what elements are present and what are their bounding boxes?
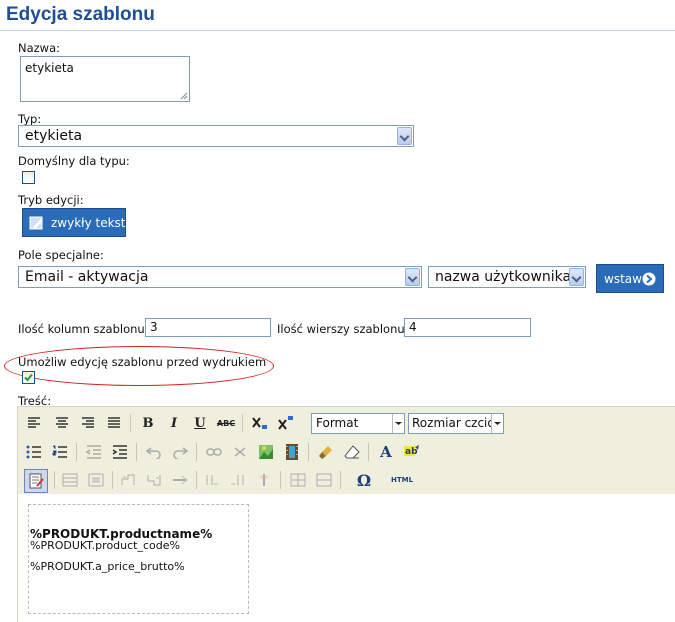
format-select[interactable]: Format (311, 413, 405, 434)
tryb-edycji-label: zwykły tekst (51, 216, 126, 230)
ilosc-kolumn-label: Ilość kolumn szablonu: (18, 322, 149, 336)
highlight-color-icon[interactable]: ab (402, 442, 422, 462)
nazwa-value: etykieta (25, 61, 74, 75)
merge-cells-icon[interactable] (314, 470, 334, 490)
italic-icon[interactable]: I (164, 413, 184, 433)
toolbar-separator (130, 414, 131, 432)
pole-specjalne-value: Email - aktywacja (25, 269, 149, 285)
pole-field-value: nazwa użytkownika (435, 269, 572, 285)
editor-toolbar: B I U ABC Format Rozmiar czcion (17, 406, 675, 495)
unlink-icon[interactable] (230, 442, 250, 462)
chevron-down-icon[interactable] (405, 268, 420, 286)
editor-line-product-code[interactable]: %PRODUKT.product_code% (30, 539, 180, 552)
toolbar-separator (54, 471, 55, 489)
nazwa-textarea[interactable]: etykieta (20, 56, 190, 102)
ilosc-wierszy-input[interactable]: 4 (404, 318, 531, 337)
delete-row-icon[interactable] (170, 470, 190, 490)
toolbar-separator (196, 471, 197, 489)
redo-icon[interactable] (170, 442, 190, 462)
wstaw-label: wstaw (604, 272, 642, 286)
wysiwyg-toggle-icon[interactable] (24, 469, 48, 493)
pole-field-select[interactable]: nazwa użytkownika (428, 266, 586, 288)
font-size-select[interactable]: Rozmiar czcion (408, 413, 504, 434)
nazwa-label: Nazwa: (18, 41, 61, 55)
superscript-icon[interactable] (276, 413, 296, 433)
chevron-down-icon[interactable] (392, 414, 404, 433)
font-size-select-value: Rozmiar czcion (412, 416, 492, 430)
format-select-value: Format (316, 416, 359, 430)
cleanup-brush-icon[interactable] (316, 442, 336, 462)
row-before-icon[interactable] (118, 470, 138, 490)
svg-text:ab: ab (405, 447, 418, 457)
pole-specjalne-select[interactable]: Email - aktywacja (18, 266, 422, 288)
chevron-down-icon[interactable] (397, 127, 412, 145)
underline-icon[interactable]: U (190, 413, 210, 433)
ilosc-kolumn-input[interactable]: 3 (145, 318, 271, 337)
toolbar-separator (136, 443, 137, 461)
ilosc-wierszy-label: Ilość wierszy szablonu: (277, 322, 409, 336)
align-justify-icon[interactable] (104, 413, 124, 433)
edit-text-icon (29, 216, 43, 230)
typ-label: Typ: (18, 112, 42, 126)
html-source-button[interactable]: HTML (390, 470, 414, 490)
align-right-icon[interactable] (78, 413, 98, 433)
resize-grip-icon[interactable] (180, 92, 188, 100)
toolbar-separator (308, 443, 309, 461)
arrow-right-circle-icon (642, 272, 656, 286)
umozliw-edycje-label: Umożliw edycję szablonu przed wydrukiem (18, 355, 267, 369)
domyslny-checkbox[interactable] (22, 171, 35, 184)
delete-col-icon[interactable] (254, 470, 274, 490)
title-divider (0, 30, 675, 31)
align-left-icon[interactable] (24, 413, 44, 433)
row-after-icon[interactable] (144, 470, 164, 490)
bold-icon[interactable]: B (138, 413, 158, 433)
chevron-down-icon[interactable] (569, 268, 584, 286)
split-cells-icon[interactable] (288, 470, 308, 490)
page-title: Edycja szablonu (6, 4, 155, 25)
wstaw-button[interactable]: wstaw (596, 264, 664, 293)
toolbar-separator (76, 443, 77, 461)
toolbar-separator (280, 471, 281, 489)
toolbar-separator (368, 443, 369, 461)
toolbar-separator (340, 471, 341, 489)
chevron-down-icon[interactable] (491, 414, 503, 433)
media-film-icon[interactable] (282, 442, 302, 462)
typ-select[interactable]: etykieta (18, 125, 414, 147)
toolbar-separator (196, 443, 197, 461)
col-after-icon[interactable] (228, 470, 248, 490)
eraser-icon[interactable] (342, 442, 362, 462)
link-icon[interactable] (204, 442, 224, 462)
tryb-label: Tryb edycji: (18, 193, 84, 207)
col-before-icon[interactable] (202, 470, 222, 490)
template-cell (28, 504, 249, 614)
align-center-icon[interactable] (52, 413, 72, 433)
pole-specjalne-label: Pole specjalne: (18, 248, 104, 262)
editor-line-price[interactable]: %PRODUKT.a_price_brutto% (30, 560, 185, 573)
toolbar-separator (242, 414, 243, 432)
indent-icon[interactable] (110, 442, 130, 462)
table-cell-icon[interactable] (86, 470, 106, 490)
text-color-icon[interactable]: A (376, 442, 396, 462)
bullet-list-icon[interactable] (24, 442, 44, 462)
outdent-icon[interactable] (84, 442, 104, 462)
special-char-omega-icon[interactable]: Ω (354, 470, 374, 490)
undo-icon[interactable] (144, 442, 164, 462)
domyslny-label: Domyślny dla typu: (18, 154, 130, 168)
umozliw-edycje-checkbox[interactable] (22, 371, 35, 384)
tryb-edycji-button[interactable]: zwykły tekst (22, 208, 126, 237)
checkmark-icon (24, 373, 33, 382)
subscript-icon[interactable] (250, 413, 270, 433)
numbered-list-icon[interactable] (50, 442, 70, 462)
typ-select-value: etykieta (25, 128, 83, 144)
toolbar-separator (112, 471, 113, 489)
strikethrough-icon[interactable]: ABC (216, 413, 236, 433)
image-icon[interactable] (256, 442, 276, 462)
table-props-icon[interactable] (60, 470, 80, 490)
